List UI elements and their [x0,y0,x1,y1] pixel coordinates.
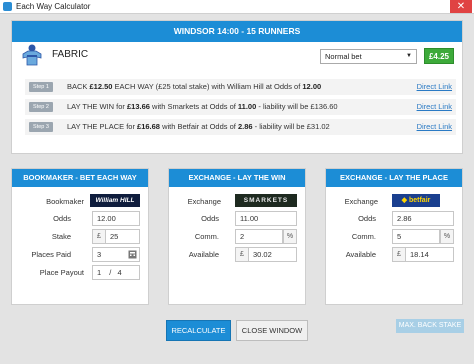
max-back-stake-button[interactable]: MAX. BACK STAKE [396,319,464,333]
direct-link[interactable]: Direct Link [417,82,452,91]
betfair-logo-text: betfair [408,197,431,204]
title-bar: Each Way Calculator ✕ [0,0,474,14]
bookmaker-odds-input[interactable]: 12.00 [92,211,140,226]
commission-label: Comm. [351,232,376,241]
exchange-label: Exchange [187,197,221,206]
betfair-mark-icon: ◆ [401,197,408,204]
step-label: Step 1 [29,82,53,92]
recalculate-button[interactable]: RECALCULATE [166,320,231,341]
available-label: Available [345,250,376,259]
stake-label: Stake [51,232,71,241]
currency-prefix: £ [235,247,249,262]
step-text: BACK £12.50 EACH WAY (£25 total stake) w… [67,82,322,91]
app-icon [3,2,12,11]
payout-numerator: 1 [97,268,102,277]
bookmaker-panel: BOOKMAKER - BET EACH WAY Bookmaker Willi… [11,168,149,305]
place-payout-label: Place Payout [39,268,84,277]
horse-name: FABRIC [52,49,89,60]
currency-prefix: £ [392,247,406,262]
jockey-silks-icon [22,44,42,66]
currency-prefix: £ [92,229,106,244]
bookmaker-header: BOOKMAKER - BET EACH WAY [12,169,148,187]
bookmaker-label: Bookmaker [46,197,84,206]
profit-badge: £4.25 [424,48,454,64]
step-label: Step 3 [29,122,53,132]
lay-win-header: EXCHANGE - LAY THE WIN [169,169,305,187]
step-row-2: Step 2 LAY THE WIN for £13.66 with Smark… [25,99,456,115]
lay-place-panel: EXCHANGE - LAY THE PLACE Exchange ◆ betf… [325,168,463,305]
race-panel: WINDSOR 14:00 - 15 RUNNERS FABRIC Normal… [11,20,463,154]
betfair-logo[interactable]: ◆ betfair [392,194,440,207]
percent-suffix: % [440,229,454,244]
commission-label: Comm. [194,232,219,241]
places-paid-input[interactable]: 3 [92,247,140,262]
places-paid-value: 3 [97,250,102,259]
exchange-label: Exchange [344,197,378,206]
lay-win-odds-input[interactable]: 11.00 [235,211,297,226]
step-text: LAY THE PLACE for £16.68 with Betfair at… [67,122,330,131]
step-text: LAY THE WIN for £13.66 with Smarkets at … [67,102,338,111]
smarkets-logo[interactable]: SMARKETS [235,194,297,207]
chevron-down-icon: ▼ [406,53,412,59]
direct-link[interactable]: Direct Link [417,122,452,131]
step-row-1: Step 1 BACK £12.50 EACH WAY (£25 total s… [25,79,456,95]
available-label: Available [188,250,219,259]
percent-suffix: % [283,229,297,244]
window-title: Each Way Calculator [16,2,91,11]
payout-denominator: 4 [117,268,122,277]
close-icon[interactable]: ✕ [450,0,472,13]
place-payout-input[interactable]: 1 / 4 [92,265,140,280]
lay-place-commission-input[interactable]: 5 [392,229,440,244]
close-window-button[interactable]: CLOSE WINDOW [236,320,308,341]
odds-label: Odds [358,214,376,223]
bet-type-select[interactable]: Normal bet ▼ [320,49,417,64]
lay-place-available-input[interactable]: 18.14 [405,247,454,262]
lay-place-header: EXCHANGE - LAY THE PLACE [326,169,462,187]
william-hill-logo[interactable]: William HILL [90,194,140,207]
stake-input[interactable]: 25 [105,229,140,244]
odds-label: Odds [53,214,71,223]
calculator-icon[interactable] [128,250,137,259]
step-label: Step 2 [29,102,53,112]
direct-link[interactable]: Direct Link [417,102,452,111]
race-header: WINDSOR 14:00 - 15 RUNNERS [12,21,462,42]
lay-place-odds-input[interactable]: 2.86 [392,211,454,226]
lay-win-commission-input[interactable]: 2 [235,229,283,244]
step-row-3: Step 3 LAY THE PLACE for £16.68 with Bet… [25,119,456,135]
odds-label: Odds [201,214,219,223]
payout-separator: / [109,268,112,277]
places-paid-label: Places Paid [31,250,71,259]
bet-type-value: Normal bet [325,52,362,61]
lay-win-available-input[interactable]: 30.02 [248,247,297,262]
lay-win-panel: EXCHANGE - LAY THE WIN Exchange SMARKETS… [168,168,306,305]
